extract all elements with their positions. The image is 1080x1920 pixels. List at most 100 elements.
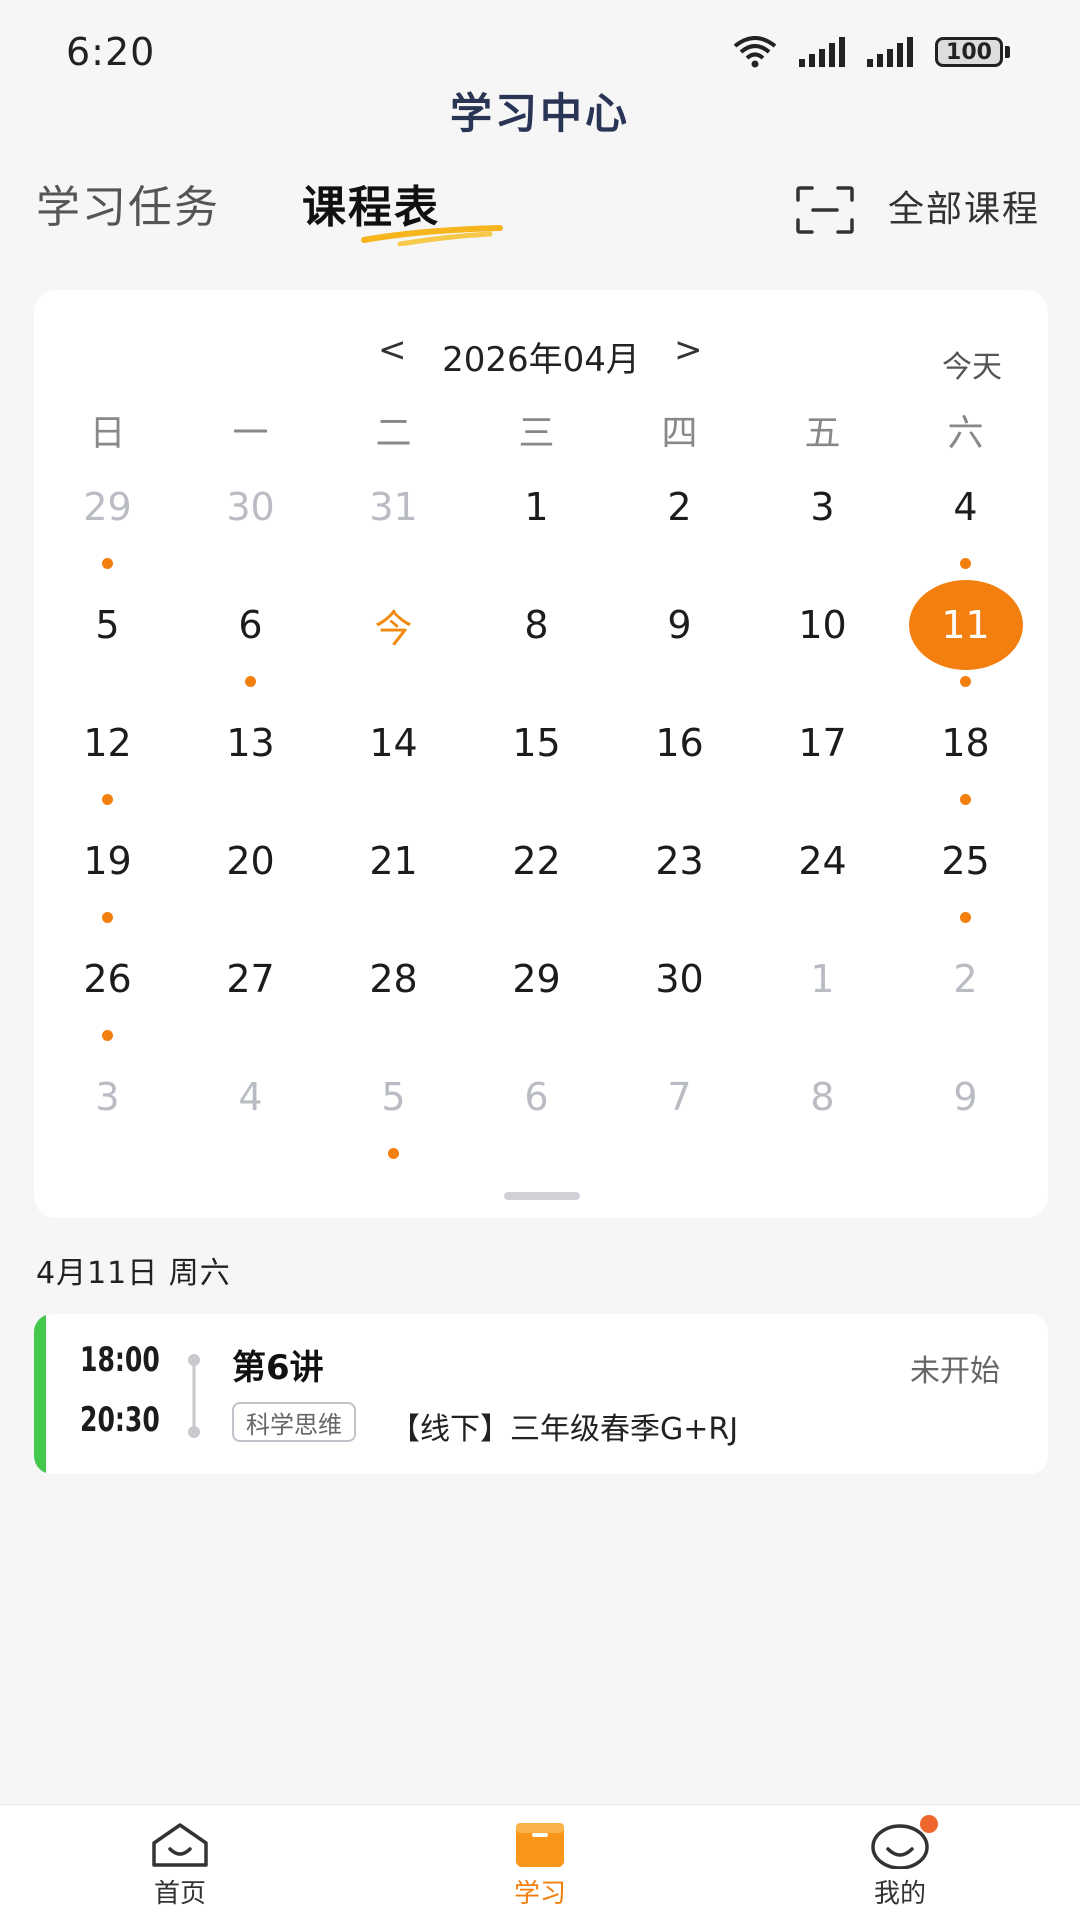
calendar-day[interactable]: 28 — [322, 934, 465, 1052]
day-label: 30 — [226, 485, 275, 529]
day-number: 22 — [465, 816, 608, 906]
calendar-day[interactable]: 30 — [179, 462, 322, 580]
calendar-day[interactable]: 5 — [36, 580, 179, 698]
day-label: 25 — [941, 839, 990, 883]
course-start-time: 18:00 — [80, 1340, 160, 1380]
day-label: 6 — [524, 1075, 549, 1119]
course-dot — [960, 676, 971, 687]
calendar-day[interactable]: 16 — [608, 698, 751, 816]
calendar-day[interactable]: 26 — [36, 934, 179, 1052]
day-number: 31 — [322, 462, 465, 552]
calendar-day[interactable]: 27 — [179, 934, 322, 1052]
nav-profile-label: 我的 — [873, 1879, 926, 1909]
day-label: 7 — [667, 1075, 692, 1119]
day-number: 17 — [751, 698, 894, 788]
calendar-day[interactable]: 30 — [608, 934, 751, 1052]
calendar-day[interactable]: 5 — [322, 1052, 465, 1170]
day-label: 16 — [655, 721, 704, 765]
day-label: 14 — [369, 721, 418, 765]
day-label: 3 — [810, 485, 835, 529]
calendar-day[interactable]: 23 — [608, 816, 751, 934]
calendar-day[interactable]: 20 — [179, 816, 322, 934]
day-label: 2 — [953, 957, 978, 1001]
weekday-label: 六 — [947, 413, 984, 454]
calendar-day[interactable]: 3 — [751, 462, 894, 580]
calendar-day[interactable]: 24 — [751, 816, 894, 934]
day-number: 5 — [36, 580, 179, 670]
calendar-day[interactable]: 17 — [751, 698, 894, 816]
calendar-day[interactable]: 8 — [751, 1052, 894, 1170]
day-label: 9 — [667, 603, 692, 647]
calendar-day[interactable]: 6 — [465, 1052, 608, 1170]
month-label: 2026年04月 — [442, 340, 640, 380]
weekday-label: 四 — [661, 413, 698, 454]
day-number: 20 — [179, 816, 322, 906]
next-month-button[interactable]: > — [674, 330, 703, 370]
home-icon — [152, 1823, 208, 1867]
calendar-day[interactable]: 13 — [179, 698, 322, 816]
day-number: 18 — [894, 698, 1037, 788]
course-dot — [245, 676, 256, 687]
calendar-day[interactable]: 29 — [465, 934, 608, 1052]
nav-home[interactable]: 首页 — [80, 1805, 280, 1920]
calendar-day[interactable]: 4 — [894, 462, 1037, 580]
day-label: 10 — [798, 603, 847, 647]
battery-icon: 100 — [935, 37, 1010, 67]
month-nav: < 2026年04月 > 今天 — [34, 324, 1048, 385]
tab-study-tasks[interactable]: 学习任务 — [36, 178, 220, 238]
selected-day-number: 11 — [894, 580, 1037, 670]
calendar-day[interactable]: 18 — [894, 698, 1037, 816]
calendar-day[interactable]: 15 — [465, 698, 608, 816]
all-courses-link[interactable]: 全部课程 — [888, 186, 1040, 234]
calendar-day[interactable]: 8 — [465, 580, 608, 698]
status-icons: 100 — [733, 36, 1010, 68]
calendar-day[interactable]: 6 — [179, 580, 322, 698]
calendar-day[interactable]: 7 — [608, 1052, 751, 1170]
calendar-day[interactable]: 31 — [322, 462, 465, 580]
day-number: 29 — [465, 934, 608, 1024]
calendar-day[interactable]: 1 — [751, 934, 894, 1052]
calendar-day[interactable]: 9 — [894, 1052, 1037, 1170]
calendar-drag-handle[interactable] — [504, 1192, 580, 1200]
calendar-card: < 2026年04月 > 今天 日一二三四五六 29 30 31 1 2 3 4 5 6 今 8 9 1… — [34, 290, 1048, 1218]
day-number: 4 — [894, 462, 1037, 552]
calendar-day[interactable]: 11 — [894, 580, 1037, 698]
calendar-day[interactable]: 2 — [894, 934, 1037, 1052]
calendar-day[interactable]: 25 — [894, 816, 1037, 934]
day-label: 1 — [524, 485, 549, 529]
calendar-day[interactable]: 10 — [751, 580, 894, 698]
selected-date-heading: 4月11日 周六 — [36, 1256, 231, 1291]
day-label: 26 — [83, 957, 132, 1001]
weekday-label: 二 — [375, 413, 412, 454]
today-day-number: 今 — [322, 580, 465, 670]
calendar-day[interactable]: 2 — [608, 462, 751, 580]
nav-study[interactable]: 学习 — [440, 1805, 640, 1920]
active-tab-underline — [361, 225, 503, 246]
calendar-day[interactable]: 14 — [322, 698, 465, 816]
calendar-day[interactable]: 4 — [179, 1052, 322, 1170]
calendar-day[interactable]: 3 — [36, 1052, 179, 1170]
day-number: 24 — [751, 816, 894, 906]
day-number: 29 — [36, 462, 179, 552]
calendar-day[interactable]: 21 — [322, 816, 465, 934]
course-status: 未开始 — [910, 1354, 1000, 1389]
calendar-day[interactable]: 9 — [608, 580, 751, 698]
day-label: 5 — [381, 1075, 406, 1119]
calendar-day[interactable]: 1 — [465, 462, 608, 580]
battery-level: 100 — [935, 37, 1003, 67]
day-label: 3 — [95, 1075, 120, 1119]
calendar-day[interactable]: 29 — [36, 462, 179, 580]
course-card[interactable]: 18:00 20:30 第6讲 未开始 科学思维 【线下】三年级春季G+RJ — [34, 1314, 1048, 1474]
day-label: 15 — [512, 721, 561, 765]
calendar-day[interactable]: 22 — [465, 816, 608, 934]
calendar-day[interactable]: 今 — [322, 580, 465, 698]
day-label: 13 — [226, 721, 275, 765]
day-number: 5 — [322, 1052, 465, 1142]
scan-icon[interactable] — [796, 186, 854, 234]
nav-profile[interactable]: 我的 — [800, 1805, 1000, 1920]
calendar-day[interactable]: 19 — [36, 816, 179, 934]
day-label: 24 — [798, 839, 847, 883]
calendar-day[interactable]: 12 — [36, 698, 179, 816]
today-button[interactable]: 今天 — [942, 342, 1002, 386]
day-number: 30 — [179, 462, 322, 552]
